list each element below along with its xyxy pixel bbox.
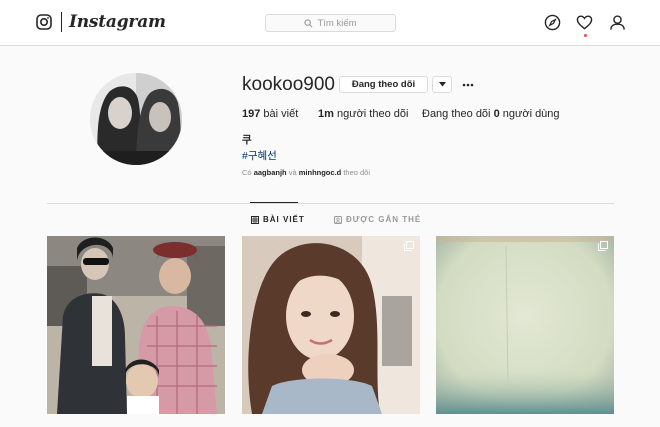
notification-dot <box>584 34 587 37</box>
following-suffix: người dùng <box>502 108 560 120</box>
followed-by-user-link[interactable]: minhngoc.d <box>299 168 342 177</box>
followers-label: người theo dõi <box>336 108 409 120</box>
post-thumbnail[interactable] <box>436 236 614 414</box>
tab-tagged[interactable]: ĐƯỢC GẮN THẺ <box>334 215 421 224</box>
following-count: 0 <box>493 108 500 120</box>
post-thumbnail[interactable] <box>242 236 420 414</box>
following-button[interactable]: Đang theo dõi <box>339 76 428 93</box>
following-prefix: Đang theo dõi <box>422 108 491 120</box>
caret-down-icon <box>438 82 446 87</box>
tab-posts[interactable]: BÀI VIẾT <box>251 215 305 224</box>
post-thumbnail[interactable] <box>47 236 225 414</box>
followed-by-and: và <box>288 168 297 177</box>
tab-tagged-label: ĐƯỢC GẮN THẺ <box>346 215 422 224</box>
followed-by-suffix: theo dõi <box>343 168 371 177</box>
search-icon <box>304 18 313 27</box>
grid-icon <box>251 215 259 224</box>
top-navigation-bar: Instagram Tìm kiếm <box>0 0 660 46</box>
person-icon[interactable] <box>609 14 626 31</box>
posts-count-stat: 197 bài viết <box>242 108 298 120</box>
more-dots-icon <box>462 83 474 86</box>
instagram-camera-icon[interactable] <box>36 14 52 30</box>
followed-by-text: Có aagbanjh và minhngoc.d theo dõi <box>242 168 370 177</box>
heart-icon[interactable] <box>576 14 593 31</box>
tag-icon <box>334 215 342 224</box>
multiple-photos-icon <box>598 241 608 251</box>
tab-posts-label: BÀI VIẾT <box>263 215 305 224</box>
active-tab-indicator <box>250 202 298 203</box>
profile-username: kookoo900 <box>242 74 335 95</box>
followers-stat[interactable]: 1m người theo dõi <box>318 108 408 120</box>
compass-icon[interactable] <box>544 14 561 31</box>
profile-full-name: 쿠 <box>242 134 252 146</box>
profile-avatar[interactable] <box>90 73 182 165</box>
posts-count: 197 <box>242 108 261 120</box>
followed-by-prefix: Có <box>242 168 252 177</box>
bio-hashtag-link[interactable]: #구혜선 <box>242 148 277 163</box>
tabs-divider <box>47 203 614 204</box>
multiple-photos-icon <box>404 241 414 251</box>
following-stat[interactable]: Đang theo dõi 0 người dùng <box>422 108 560 120</box>
search-placeholder: Tìm kiếm <box>317 17 357 29</box>
suggestions-dropdown-button[interactable] <box>432 76 452 93</box>
search-input[interactable]: Tìm kiếm <box>265 14 396 32</box>
posts-label: bài viết <box>263 108 299 120</box>
instagram-wordmark[interactable]: Instagram <box>69 12 166 32</box>
followed-by-user-link[interactable]: aagbanjh <box>254 168 287 177</box>
followers-count: 1m <box>318 108 334 120</box>
logo-divider <box>61 12 62 32</box>
more-options-button[interactable] <box>460 76 476 93</box>
